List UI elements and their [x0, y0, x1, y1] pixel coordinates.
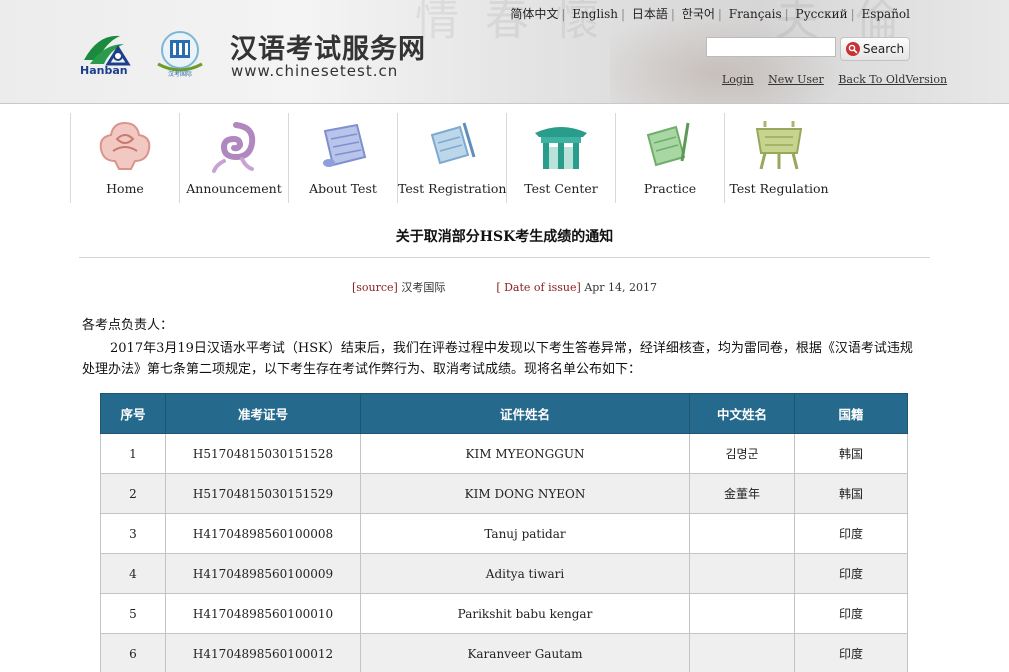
- cell-chinese-name: [689, 553, 795, 594]
- cell-nationality: 印度: [794, 553, 908, 594]
- nav-item-home[interactable]: Home: [70, 113, 179, 203]
- search-input[interactable]: [706, 37, 836, 57]
- source-value: 汉考国际: [401, 281, 446, 294]
- cell-nationality: 印度: [794, 633, 908, 672]
- salutation: 各考点负责人：: [82, 318, 174, 333]
- cell-nationality: 韩国: [794, 473, 908, 514]
- cell-index: 6: [100, 633, 166, 672]
- cell-id-name: Parikshit babu kengar: [360, 593, 690, 634]
- cell-index: 5: [100, 593, 166, 634]
- cell-chinese-name: [689, 513, 795, 554]
- nav-label: Test Regulation: [729, 181, 829, 196]
- home-knot-icon: [99, 121, 151, 170]
- table-row: 2 H51704815030151529 KIM DONG NYEON 金董年 …: [100, 473, 908, 514]
- article-title: 关于取消部分HSK考生成绩的通知: [395, 229, 614, 245]
- new-user-link[interactable]: New User: [768, 73, 824, 86]
- regulation-vessel-icon: [755, 121, 803, 170]
- lang-french[interactable]: Français: [729, 7, 782, 21]
- about-scroll-icon: [323, 123, 367, 167]
- nav-label: Practice: [643, 181, 697, 196]
- nav-item-test-center[interactable]: Test Center: [506, 113, 615, 203]
- cell-id-name: Karanveer Gautam: [360, 633, 690, 672]
- site-header: 情 春 懷 夫 倫 Hanban 汉考国际 汉语考试服务网 www.chines…: [0, 0, 1009, 104]
- nav-label: About Test: [309, 181, 377, 196]
- site-url: www.chinesetest.cn: [231, 62, 399, 80]
- cell-ticket-number: H51704815030151528: [165, 433, 361, 474]
- lang-russian[interactable]: Русский: [796, 7, 848, 21]
- nav-label: Test Center: [524, 181, 598, 196]
- source-label: [source]: [351, 281, 398, 294]
- test-center-gate-icon: [535, 127, 587, 169]
- cell-id-name: Tanuj patidar: [360, 513, 690, 554]
- announcement-swirl-icon: [212, 122, 256, 173]
- cell-chinese-name: [689, 633, 795, 672]
- col-header-ticket-number: 准考证号: [165, 393, 361, 434]
- cell-id-name: Aditya tiwari: [360, 553, 690, 594]
- lang-korean[interactable]: 한국어: [682, 7, 715, 21]
- cell-ticket-number: H41704898560100009: [165, 553, 361, 594]
- nav-label: Announcement: [186, 181, 282, 196]
- language-switcher: 简体中文 | English | 日本語 | 한국어 | Français | Русск…: [510, 7, 910, 21]
- title-divider: [79, 257, 930, 258]
- lang-simplified-chinese[interactable]: 简体中文: [510, 7, 558, 21]
- table-row: 5 H41704898560100010 Parikshit babu keng…: [100, 593, 908, 634]
- hsk-globe-logo-icon[interactable]: 汉考国际: [148, 28, 212, 78]
- lang-japanese[interactable]: 日本語: [632, 7, 668, 21]
- cell-nationality: 印度: [794, 513, 908, 554]
- old-version-link[interactable]: Back To OldVersion: [838, 73, 947, 86]
- article-meta: [source] 汉考国际 [ Date of issue] Apr 14, 2…: [0, 279, 1009, 295]
- nav-item-announcement[interactable]: Announcement: [179, 113, 288, 203]
- cell-nationality: 韩国: [794, 433, 908, 474]
- main-nav: Home Announcement About Test Test Regist…: [70, 113, 833, 203]
- search-button[interactable]: Search: [840, 37, 910, 61]
- search-button-label: Search: [862, 42, 905, 56]
- nav-item-test-registration[interactable]: Test Registration: [397, 113, 506, 203]
- login-link[interactable]: Login: [722, 73, 754, 86]
- cell-index: 4: [100, 553, 166, 594]
- hsk-logo-caption: 汉考国际: [168, 70, 192, 78]
- lang-spanish[interactable]: Español: [861, 7, 910, 21]
- table-row: 4 H41704898560100009 Aditya tiwari 印度: [100, 553, 908, 594]
- table-header-row: 序号 准考证号 证件姓名 中文姓名 国籍: [100, 393, 908, 434]
- cell-chinese-name: 김명군: [689, 433, 795, 474]
- cell-index: 3: [100, 513, 166, 554]
- nav-item-about-test[interactable]: About Test: [288, 113, 397, 203]
- account-links: Login New User Back To OldVersion: [722, 73, 958, 86]
- article-body: 2017年3月19日汉语水平考试（HSK）结束后，我们在评卷过程中发现以下考生答…: [82, 341, 913, 377]
- nav-label: Test Registration: [398, 181, 507, 196]
- cell-ticket-number: H41704898560100008: [165, 513, 361, 554]
- table-row: 3 H41704898560100008 Tanuj patidar 印度: [100, 513, 908, 554]
- nav-item-practice[interactable]: Practice: [615, 113, 724, 203]
- col-header-id-name: 证件姓名: [360, 393, 690, 434]
- cell-ticket-number: H41704898560100012: [165, 633, 361, 672]
- date-value: Apr 14, 2017: [584, 281, 658, 294]
- table-row: 6 H41704898560100012 Karanveer Gautam 印度: [100, 633, 908, 672]
- site-title: 汉语考试服务网: [230, 34, 426, 65]
- nav-label: Home: [106, 181, 144, 196]
- table-row: 1 H51704815030151528 KIM MYEONGGUN 김명군 韩…: [100, 433, 908, 474]
- cell-id-name: KIM DONG NYEON: [360, 473, 690, 514]
- registration-scroll-icon: [430, 122, 476, 165]
- cell-ticket-number: H41704898560100010: [165, 593, 361, 634]
- col-header-nationality: 国籍: [794, 393, 908, 434]
- cell-chinese-name: 金董年: [689, 473, 795, 514]
- cell-nationality: 印度: [794, 593, 908, 634]
- cancelled-candidates-table: 序号 准考证号 证件姓名 中文姓名 国籍 1 H5170481503015152…: [100, 393, 908, 672]
- cell-ticket-number: H51704815030151529: [165, 473, 361, 514]
- cell-index: 1: [100, 433, 166, 474]
- search-icon: [845, 42, 860, 56]
- practice-scroll-icon: [646, 122, 690, 167]
- date-label: [ Date of issue]: [496, 281, 581, 294]
- cell-id-name: KIM MYEONGGUN: [360, 433, 690, 474]
- cell-chinese-name: [689, 593, 795, 634]
- cell-index: 2: [100, 473, 166, 514]
- col-header-chinese-name: 中文姓名: [689, 393, 795, 434]
- lang-english[interactable]: English: [572, 7, 618, 21]
- hanban-logo-text: Hanban: [80, 64, 128, 77]
- col-header-index: 序号: [100, 393, 166, 434]
- nav-item-test-regulation[interactable]: Test Regulation: [724, 113, 833, 203]
